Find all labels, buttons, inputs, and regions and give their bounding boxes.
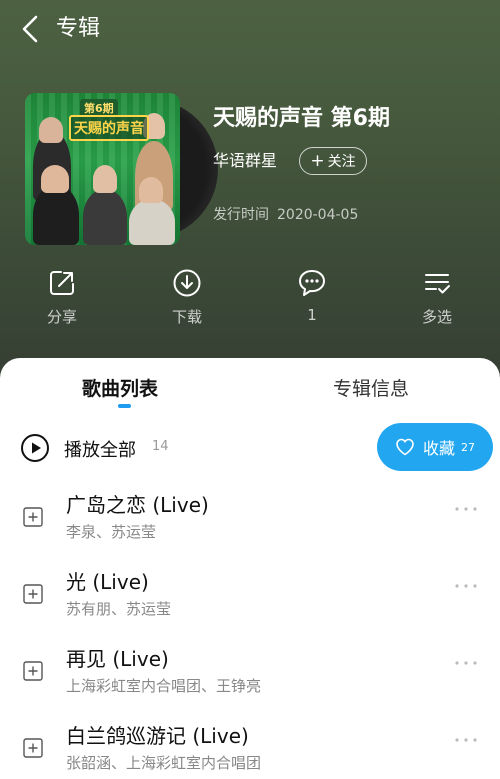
cover-person <box>93 165 117 193</box>
plus-icon: + <box>310 150 325 171</box>
song-title: 再见 (Live) <box>66 647 169 671</box>
add-icon[interactable] <box>23 507 43 527</box>
song-row[interactable]: 白兰鸽巡游记 (Live) 张韶涵、上海彩虹室内合唱团 <box>0 711 500 779</box>
page-title: 专辑 <box>56 16 101 41</box>
collect-label: 收藏 <box>422 439 455 458</box>
album-cover-wrap[interactable]: 第6期 天赐的声音 <box>25 93 218 245</box>
album-actions: 分享 下载 1 多选 <box>0 268 500 338</box>
comment-count: 1 <box>307 306 317 324</box>
song-row[interactable]: 光 (Live) 苏有朋、苏运莹 <box>0 557 500 633</box>
play-all-row: 播放全部 14 收藏 27 <box>0 423 500 473</box>
cover-show-logo: 天赐的声音 <box>69 115 149 141</box>
cover-person <box>139 177 163 203</box>
follow-label: 关注 <box>327 154 356 170</box>
more-icon[interactable] <box>454 582 478 590</box>
release-info: 发行时间 2020-04-05 <box>213 204 358 224</box>
comment-icon <box>299 270 325 296</box>
share-label: 分享 <box>46 308 77 326</box>
share-button[interactable]: 分享 <box>22 268 102 327</box>
song-title: 广岛之恋 (Live) <box>66 493 209 517</box>
release-label: 发行时间 <box>213 207 269 223</box>
tab-album-info[interactable]: 专辑信息 <box>333 374 409 401</box>
album-artist[interactable]: 华语群星 <box>213 150 277 172</box>
collect-button[interactable]: 收藏 27 <box>377 423 493 471</box>
song-row[interactable]: 再见 (Live) 上海彩虹室内合唱团、王铮亮 <box>0 634 500 710</box>
add-icon[interactable] <box>23 584 43 604</box>
song-title: 白兰鸽巡游记 (Live) <box>66 724 249 748</box>
cover-person <box>39 117 63 143</box>
add-icon[interactable] <box>23 661 43 681</box>
share-icon <box>50 271 74 295</box>
song-row[interactable]: 广岛之恋 (Live) 李泉、苏运莹 <box>0 480 500 556</box>
song-artist: 苏有朋、苏运莹 <box>66 600 172 618</box>
add-icon[interactable] <box>23 738 43 758</box>
collect-count: 27 <box>461 440 475 454</box>
download-icon <box>173 269 201 297</box>
tab-song-list[interactable]: 歌曲列表 <box>82 374 158 401</box>
follow-button[interactable]: + 关注 <box>299 147 367 175</box>
more-icon[interactable] <box>454 659 478 667</box>
song-artist: 上海彩虹室内合唱团、王铮亮 <box>66 677 262 695</box>
more-icon[interactable] <box>454 736 478 744</box>
multi-select-button[interactable]: 多选 <box>397 268 477 327</box>
tab-indicator <box>118 404 131 408</box>
album-cover: 第6期 天赐的声音 <box>25 93 180 245</box>
song-title: 光 (Live) <box>66 570 149 594</box>
song-artist: 张韶涵、上海彩虹室内合唱团 <box>66 754 262 772</box>
song-list-sheet: 歌曲列表 专辑信息 播放全部 14 收藏 27 广岛之恋 (Live) 李泉、苏… <box>0 358 500 779</box>
back-button[interactable] <box>14 12 46 46</box>
back-arrow-icon <box>22 15 38 43</box>
more-icon[interactable] <box>454 505 478 513</box>
cover-person <box>33 185 79 245</box>
multi-select-label: 多选 <box>421 308 452 326</box>
cover-person <box>83 189 127 245</box>
multi-select-icon <box>425 274 450 294</box>
song-artist: 李泉、苏运莹 <box>66 523 157 541</box>
album-title: 天赐的声音 第6期 <box>213 106 390 131</box>
play-all-button[interactable]: 播放全部 <box>64 436 136 462</box>
top-bar: 专辑 <box>0 0 500 60</box>
heart-icon <box>396 438 414 456</box>
cover-person <box>129 199 175 245</box>
download-label: 下载 <box>171 308 202 326</box>
download-button[interactable]: 下载 <box>147 268 227 327</box>
play-all-icon[interactable] <box>20 433 50 463</box>
cover-person <box>41 165 69 193</box>
release-date: 2020-04-05 <box>277 207 359 223</box>
song-count: 14 <box>152 439 169 454</box>
comment-button[interactable]: 1 <box>272 268 352 324</box>
